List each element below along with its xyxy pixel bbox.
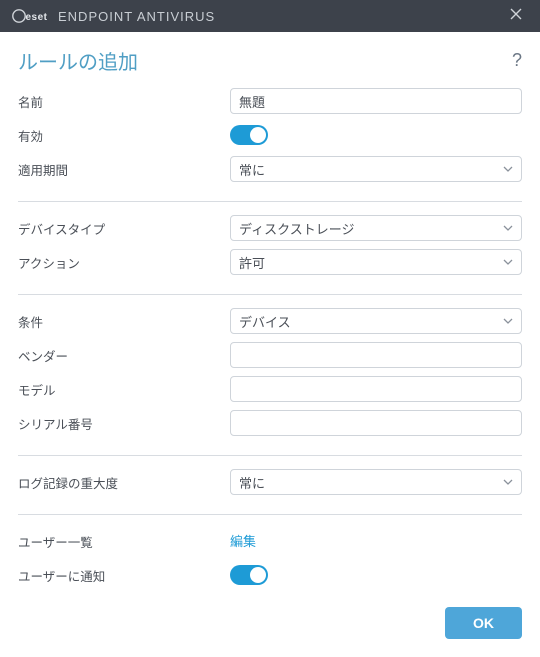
device-type-select[interactable]: ディスクストレージ xyxy=(230,215,522,241)
page-title: ルールの追加 xyxy=(18,46,512,75)
name-input[interactable] xyxy=(230,88,522,114)
chevron-down-icon xyxy=(503,166,513,172)
edit-user-list-link[interactable]: 編集 xyxy=(230,534,256,549)
chevron-down-icon xyxy=(503,259,513,265)
period-select[interactable]: 常に xyxy=(230,156,522,182)
help-icon: ? xyxy=(512,50,522,70)
label-user-list: ユーザー一覧 xyxy=(18,532,230,551)
product-name: ENDPOINT ANTIVIRUS xyxy=(58,9,215,24)
divider xyxy=(18,514,522,515)
log-severity-select[interactable]: 常に xyxy=(230,469,522,495)
chevron-down-icon xyxy=(503,225,513,231)
window-close-button[interactable] xyxy=(500,0,532,32)
label-model: モデル xyxy=(18,380,230,399)
vendor-input[interactable] xyxy=(230,342,522,368)
condition-value: デバイス xyxy=(239,312,503,331)
brand-logo: eset ENDPOINT ANTIVIRUS xyxy=(12,9,215,24)
ok-button[interactable]: OK xyxy=(445,607,522,639)
label-device-type: デバイスタイプ xyxy=(18,219,230,238)
close-icon xyxy=(510,7,522,25)
form: 名前 有効 適用期間 常に デバイスタイプ ディスクストレージ アクショ xyxy=(0,85,540,593)
label-notify-user: ユーザーに通知 xyxy=(18,566,230,585)
label-vendor: ベンダー xyxy=(18,346,230,365)
action-select[interactable]: 許可 xyxy=(230,249,522,275)
label-serial: シリアル番号 xyxy=(18,414,230,433)
divider xyxy=(18,455,522,456)
notify-user-toggle[interactable] xyxy=(230,565,268,585)
titlebar: eset ENDPOINT ANTIVIRUS xyxy=(0,0,540,32)
enabled-toggle[interactable] xyxy=(230,125,268,145)
period-value: 常に xyxy=(239,160,503,179)
label-period: 適用期間 xyxy=(18,160,230,179)
device-type-value: ディスクストレージ xyxy=(239,219,503,238)
label-action: アクション xyxy=(18,253,230,272)
condition-select[interactable]: デバイス xyxy=(230,308,522,334)
serial-input[interactable] xyxy=(230,410,522,436)
model-input[interactable] xyxy=(230,376,522,402)
svg-text:eset: eset xyxy=(26,12,48,23)
page-header: ルールの追加 ? xyxy=(0,32,540,85)
help-button[interactable]: ? xyxy=(512,50,522,71)
label-name: 名前 xyxy=(18,92,230,111)
action-value: 許可 xyxy=(239,253,503,272)
chevron-down-icon xyxy=(503,479,513,485)
label-condition: 条件 xyxy=(18,312,230,331)
label-enabled: 有効 xyxy=(18,126,230,145)
footer: OK xyxy=(0,593,540,657)
chevron-down-icon xyxy=(503,318,513,324)
label-log-severity: ログ記録の重大度 xyxy=(18,473,230,492)
log-severity-value: 常に xyxy=(239,473,503,492)
divider xyxy=(18,201,522,202)
eset-logo-icon: eset xyxy=(12,9,54,23)
divider xyxy=(18,294,522,295)
